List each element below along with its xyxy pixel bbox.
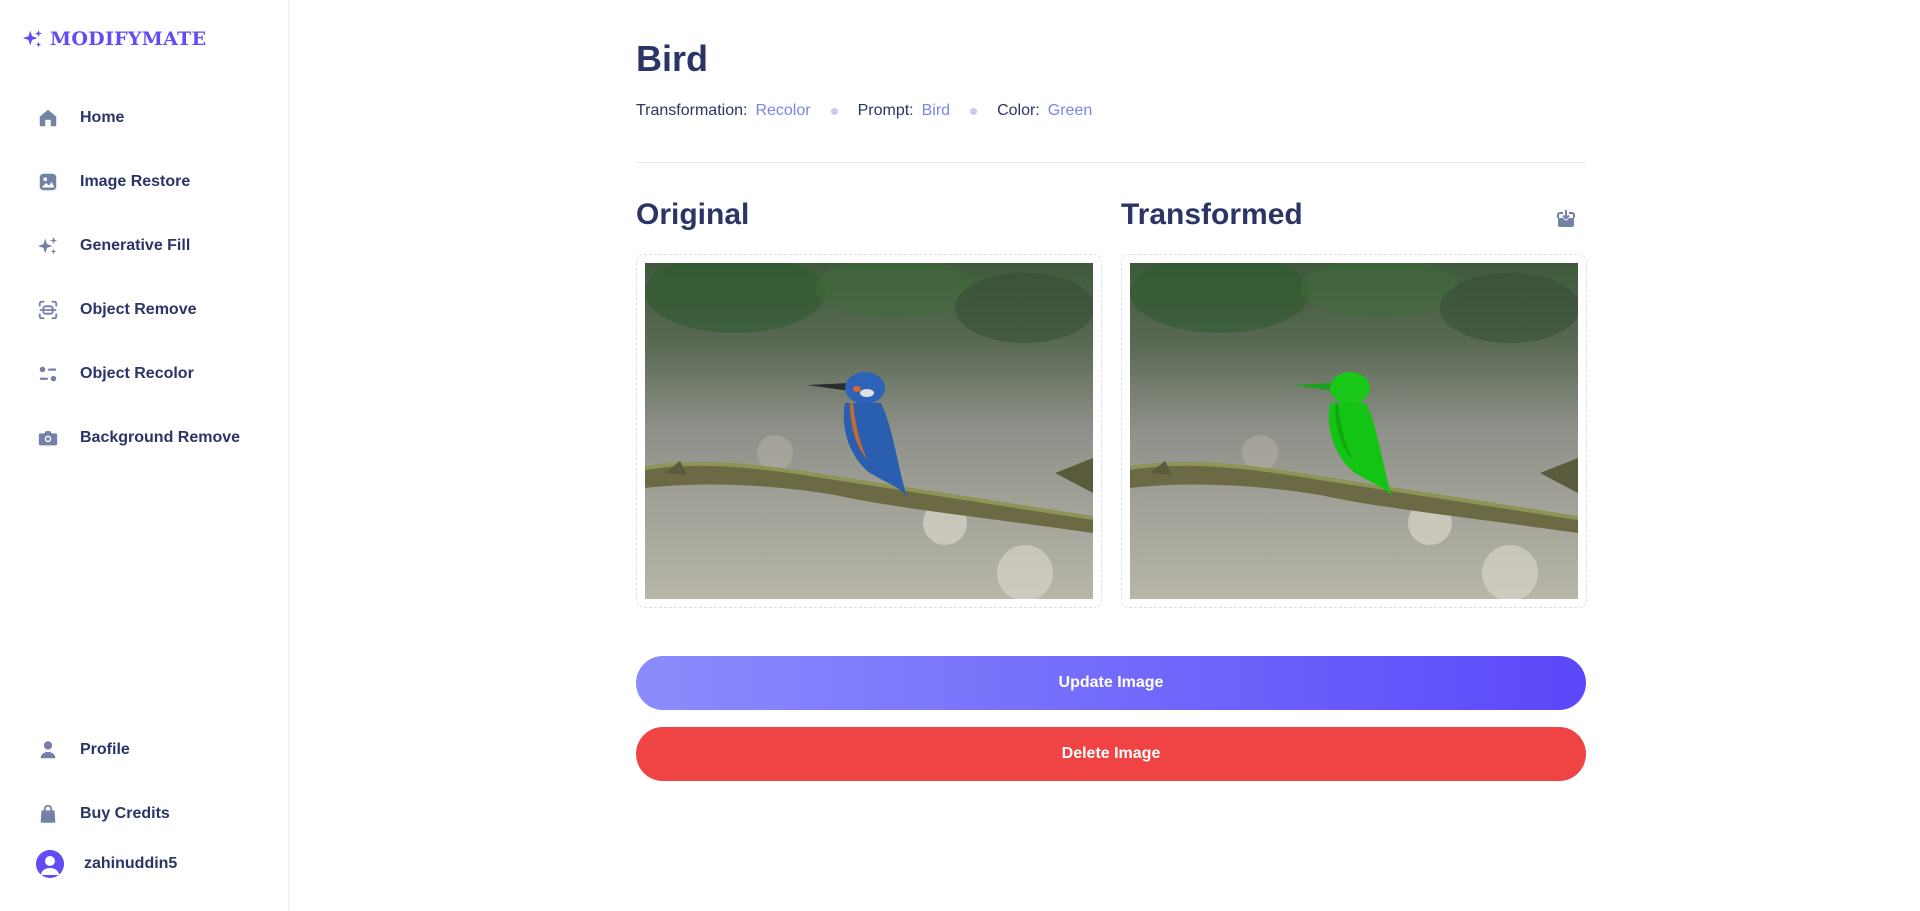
original-image [645, 263, 1093, 599]
sidebar-item-object-remove[interactable]: Object Remove [22, 278, 272, 342]
sidebar-item-label: Buy Credits [80, 805, 170, 822]
update-image-button[interactable]: Update Image [636, 656, 1586, 710]
sidebar-item-home[interactable]: Home [22, 86, 272, 150]
separator-dot [830, 107, 838, 115]
username: zahinuddin5 [84, 855, 178, 872]
app-name: MODIFYMATE [50, 28, 207, 50]
sidebar-item-label: Image Restore [80, 173, 191, 190]
sidebar-item-label: Home [80, 109, 125, 126]
sidebar-item-profile[interactable]: Profile [22, 718, 272, 782]
bag-icon [36, 802, 60, 826]
user-button[interactable]: zahinuddin5 [36, 850, 177, 878]
separator-dot [970, 107, 978, 115]
main-nav: Home Image Restore Generative Fill Objec… [22, 86, 272, 470]
sidebar-item-label: Generative Fill [80, 237, 191, 254]
sidebar-item-label: Object Remove [80, 301, 197, 318]
transformation-value: Recolor [755, 102, 811, 119]
page-title: Bird [636, 38, 708, 79]
transformed-image [1130, 263, 1578, 599]
sidebar-item-object-recolor[interactable]: Object Recolor [22, 342, 272, 406]
transformation-label: Transformation: [636, 102, 748, 119]
sidebar-item-background-remove[interactable]: Background Remove [22, 406, 272, 470]
sidebar-item-generative-fill[interactable]: Generative Fill [22, 214, 272, 278]
camera-icon [36, 426, 60, 450]
original-image-frame [636, 254, 1102, 608]
sidebar-item-label: Object Recolor [80, 365, 194, 382]
divider [636, 162, 1586, 163]
delete-image-button[interactable]: Delete Image [636, 727, 1586, 781]
sidebar: MODIFYMATE Home Image Restore Generative… [0, 0, 290, 911]
sparkles-icon [36, 234, 60, 258]
download-icon[interactable] [1554, 206, 1578, 230]
prompt-label: Prompt: [857, 102, 914, 119]
color-value: Green [1047, 102, 1093, 119]
sidebar-item-image-restore[interactable]: Image Restore [22, 150, 272, 214]
sidebar-item-label: Profile [80, 741, 130, 758]
original-title: Original [636, 198, 750, 231]
filter-icon [36, 362, 60, 386]
sidebar-item-buy-credits[interactable]: Buy Credits [22, 782, 272, 846]
prompt-value: Bird [921, 102, 951, 119]
image-meta: Transformation: Recolor Prompt: Bird Col… [636, 102, 1092, 120]
transformed-title: Transformed [1121, 198, 1303, 231]
app-logo[interactable]: MODIFYMATE [22, 28, 206, 50]
color-label: Color: [997, 102, 1040, 119]
image-icon [36, 170, 60, 194]
scan-icon [36, 298, 60, 322]
account-nav: Profile Buy Credits [22, 718, 272, 846]
home-icon [36, 106, 60, 130]
sparkle-logo-icon [22, 29, 43, 48]
avatar [36, 850, 64, 878]
sidebar-item-label: Background Remove [80, 429, 241, 446]
user-icon [36, 738, 60, 762]
transformed-image-frame [1121, 254, 1587, 608]
